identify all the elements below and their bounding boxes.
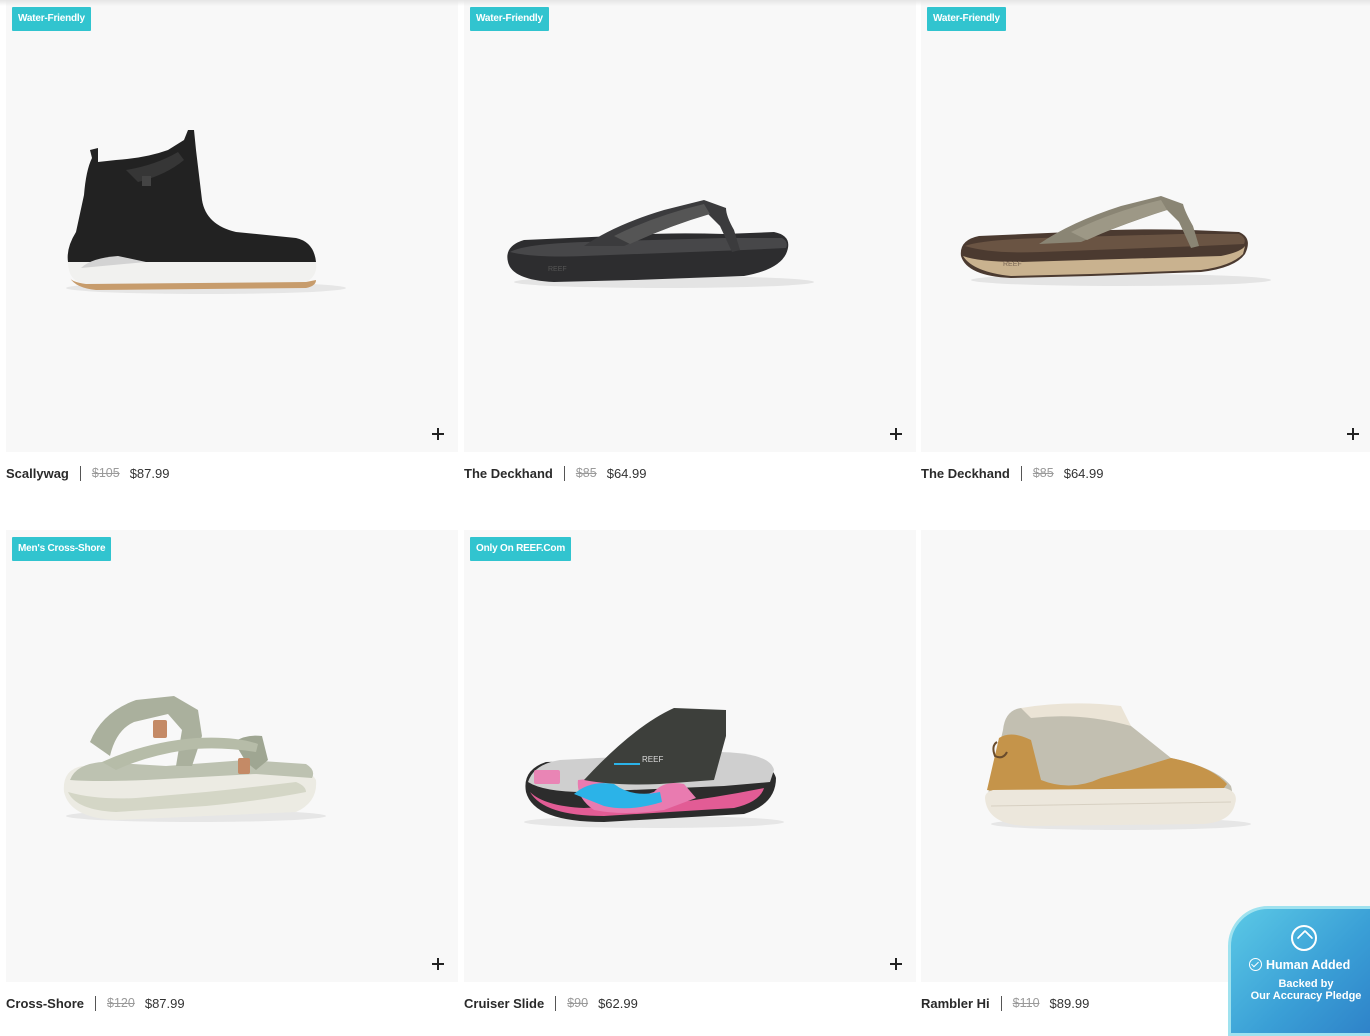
- svg-text:REEF: REEF: [1003, 261, 1022, 268]
- product-name[interactable]: Rambler Hi: [921, 996, 990, 1011]
- flip-flop-image: REEF: [507, 200, 814, 288]
- product-badge: Only On REEF.Com: [470, 537, 572, 561]
- product-card[interactable]: REEF Water-Friendly The Deckhand $85 $64…: [921, 0, 1370, 492]
- boot-image: [66, 130, 346, 294]
- product-badge: Water-Friendly: [470, 7, 549, 31]
- product-name[interactable]: Scallywag: [6, 466, 69, 481]
- divider: [79, 465, 81, 481]
- product-info: The Deckhand $85 $64.99: [921, 452, 1370, 492]
- original-price: $110: [1012, 996, 1040, 1010]
- add-to-cart-plus-icon[interactable]: [890, 958, 902, 970]
- pledge-title: Human Added: [1249, 958, 1350, 972]
- add-to-cart-plus-icon[interactable]: [432, 958, 444, 970]
- original-price: $85: [575, 466, 597, 480]
- svg-text:REEF: REEF: [548, 266, 567, 273]
- product-image[interactable]: REEF Water-Friendly: [921, 0, 1370, 452]
- divider: [555, 995, 557, 1011]
- accuracy-pledge-widget[interactable]: Human Added Backed by Our Accuracy Pledge: [1228, 906, 1370, 1036]
- sale-price: $89.99: [1049, 995, 1090, 1011]
- header-shadow: [0, 0, 1370, 6]
- product-info: Scallywag $105 $87.99: [6, 452, 458, 492]
- product-name[interactable]: The Deckhand: [464, 466, 553, 481]
- product-card[interactable]: REEF Only On REEF.Com Cruiser Slide $90 …: [464, 530, 916, 1022]
- slide-image: REEF: [524, 708, 784, 828]
- product-card[interactable]: REEF Water-Friendly The Deckhand $85 $64…: [464, 0, 916, 492]
- product-image[interactable]: REEF Only On REEF.Com: [464, 530, 916, 982]
- product-name[interactable]: The Deckhand: [921, 466, 1010, 481]
- product-card[interactable]: Men's Cross-Shore Cross-Shore $120 $87.9…: [6, 530, 458, 1022]
- divider: [95, 995, 97, 1011]
- svg-text:REEF: REEF: [642, 755, 663, 764]
- divider: [1020, 465, 1022, 481]
- pledge-subtitle: Backed by Our Accuracy Pledge: [1250, 978, 1362, 1002]
- product-badge: Water-Friendly: [12, 7, 91, 31]
- shield-icon: [1291, 925, 1317, 951]
- product-info: Cruiser Slide $90 $62.99: [464, 982, 916, 1022]
- product-card[interactable]: Water-Friendly Scallywag $105 $87.99: [6, 0, 458, 492]
- flip-flop-image: REEF: [960, 196, 1271, 286]
- sale-price: $64.99: [606, 465, 647, 481]
- sale-price: $64.99: [1063, 465, 1104, 481]
- product-name[interactable]: Cross-Shore: [6, 996, 84, 1011]
- product-image[interactable]: REEF Water-Friendly: [464, 0, 916, 452]
- product-image[interactable]: Water-Friendly: [6, 0, 458, 452]
- product-name[interactable]: Cruiser Slide: [464, 996, 544, 1011]
- product-badge: Men's Cross-Shore: [12, 537, 112, 561]
- product-info: The Deckhand $85 $64.99: [464, 452, 916, 492]
- sandal-image: [63, 696, 326, 822]
- original-price: $90: [567, 996, 589, 1010]
- divider: [1000, 995, 1002, 1011]
- check-circle-icon: [1249, 958, 1262, 971]
- product-info: Cross-Shore $120 $87.99: [6, 982, 458, 1022]
- add-to-cart-plus-icon[interactable]: [432, 428, 444, 440]
- original-price: $120: [107, 996, 135, 1010]
- product-image[interactable]: Men's Cross-Shore: [6, 530, 458, 982]
- product-badge: Water-Friendly: [927, 7, 1006, 31]
- add-to-cart-plus-icon[interactable]: [1347, 428, 1359, 440]
- divider: [563, 465, 565, 481]
- sale-price: $87.99: [144, 995, 185, 1011]
- original-price: $105: [91, 466, 120, 480]
- sale-price: $62.99: [598, 995, 638, 1011]
- sale-price: $87.99: [129, 465, 170, 481]
- original-price: $85: [1032, 466, 1054, 480]
- add-to-cart-plus-icon[interactable]: [890, 428, 902, 440]
